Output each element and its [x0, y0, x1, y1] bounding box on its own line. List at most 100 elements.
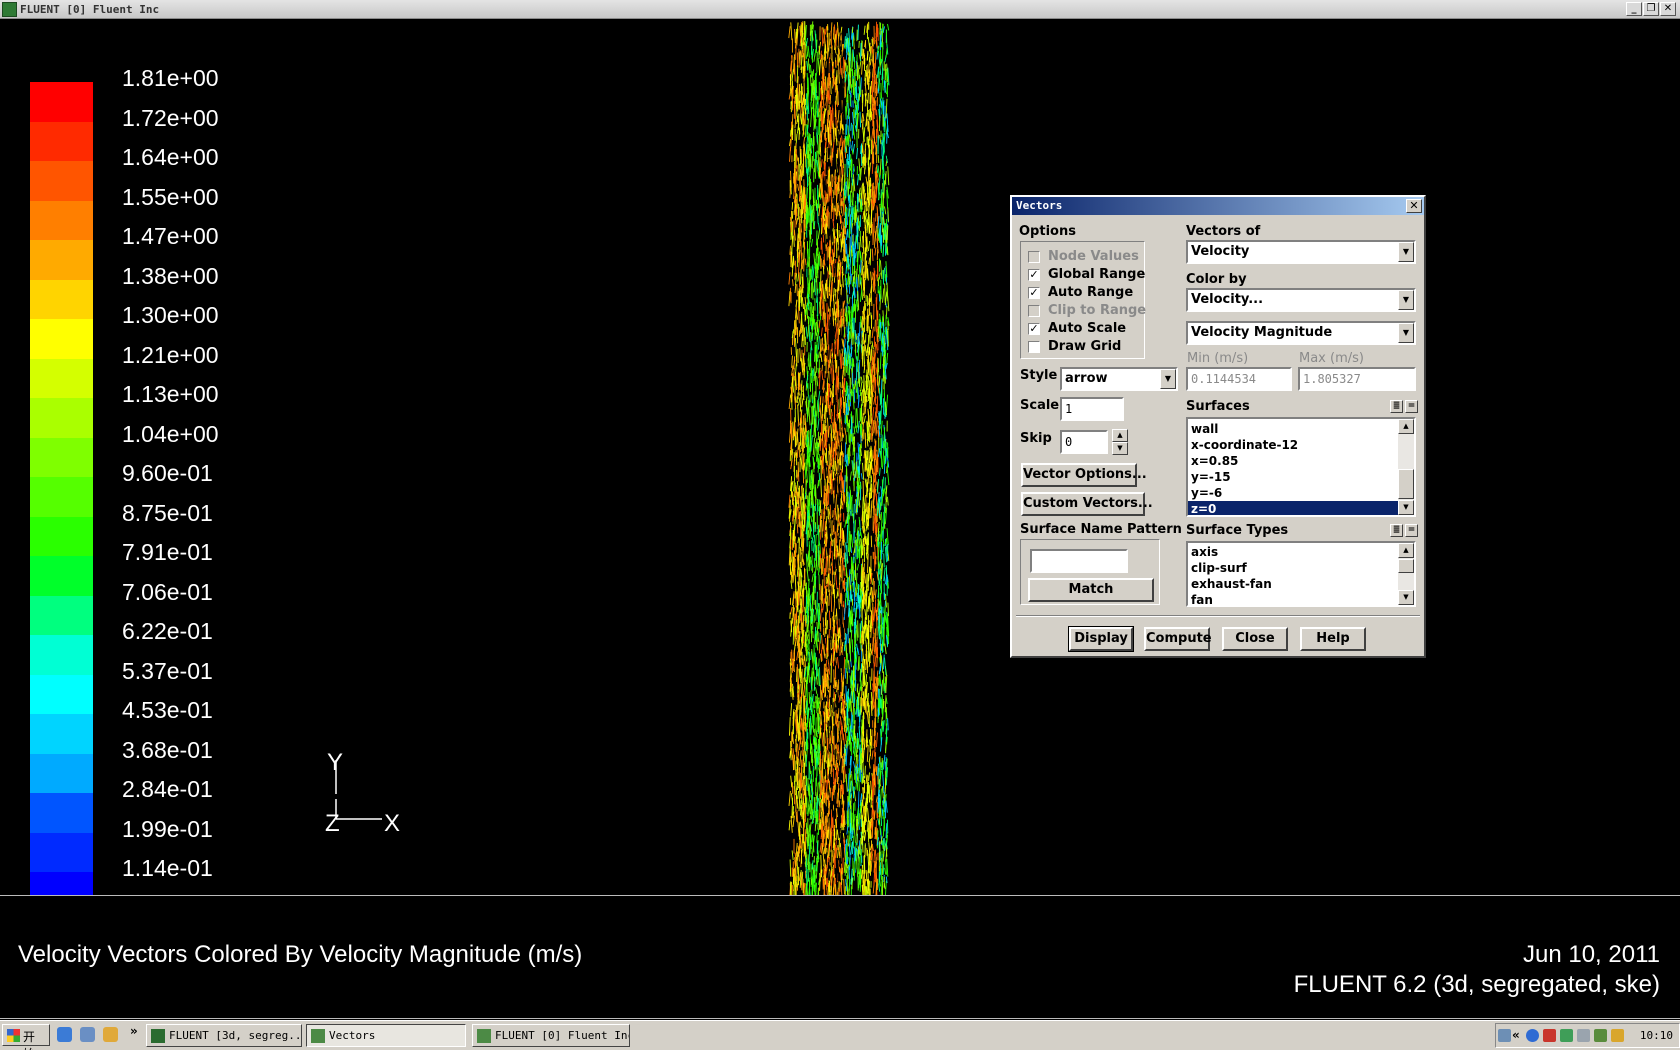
- scroll-down-icon[interactable]: ▼: [1398, 590, 1414, 605]
- close-window-button[interactable]: ✕: [1660, 2, 1676, 16]
- vectors-of-dropdown[interactable]: Velocity ▼: [1186, 240, 1416, 264]
- checkbox-checked-icon[interactable]: ✓: [1028, 287, 1040, 299]
- spin-up-icon[interactable]: ▲: [1112, 429, 1128, 442]
- scroll-thumb[interactable]: [1398, 469, 1414, 499]
- media-player-icon[interactable]: [103, 1027, 118, 1042]
- ie-browser-icon[interactable]: [57, 1027, 72, 1042]
- show-desktop-icon[interactable]: [80, 1027, 95, 1042]
- chevron-down-icon: ▼: [1160, 369, 1176, 389]
- option-label: Node Values: [1048, 249, 1139, 264]
- fluent-app-icon: [151, 1029, 165, 1043]
- graphics-viewport[interactable]: 1.81e+00 1.72e+00 1.64e+00 1.55e+00 1.47e+00…: [0, 19, 1680, 912]
- update-icon[interactable]: [1560, 1029, 1573, 1042]
- scale-input[interactable]: 1: [1060, 397, 1124, 421]
- style-dropdown[interactable]: arrow ▼: [1060, 367, 1178, 391]
- compute-button[interactable]: Compute: [1144, 627, 1212, 651]
- network-icon[interactable]: [1498, 1029, 1511, 1042]
- start-label: 开始: [23, 1030, 36, 1050]
- tray-expand-icon[interactable]: «: [1512, 1028, 1520, 1042]
- volume-icon[interactable]: [1577, 1029, 1590, 1042]
- restore-button[interactable]: ❐: [1643, 2, 1659, 16]
- surface-list-item[interactable]: x-coordinate-12: [1188, 437, 1398, 453]
- match-button[interactable]: Match: [1028, 578, 1154, 602]
- surface-type-item[interactable]: fan: [1188, 592, 1398, 605]
- surfaces-scrollbar[interactable]: ▲ ▼: [1398, 419, 1414, 515]
- quicklaunch-overflow[interactable]: »: [130, 1024, 138, 1038]
- minimize-button[interactable]: _: [1626, 2, 1642, 16]
- spin-down-icon[interactable]: ▼: [1112, 442, 1128, 455]
- scroll-down-icon[interactable]: ▼: [1398, 500, 1414, 515]
- custom-vectors-button[interactable]: Custom Vectors...: [1021, 492, 1153, 516]
- security-icon[interactable]: [1543, 1029, 1556, 1042]
- option-label: Auto Scale: [1048, 321, 1127, 336]
- chevron-down-icon: ▼: [1398, 242, 1414, 262]
- dialog-close-icon[interactable]: ✕: [1406, 199, 1422, 213]
- dialog-title-bar[interactable]: Vectors ✕: [1012, 197, 1424, 215]
- max-label: Max (m/s): [1299, 351, 1364, 366]
- color-by-value: Velocity...: [1191, 292, 1264, 307]
- vectors-of-value: Velocity: [1191, 244, 1250, 259]
- taskbar-button-label: Vectors: [329, 1029, 376, 1042]
- surface-name-pattern-input[interactable]: [1030, 549, 1128, 573]
- scroll-thumb[interactable]: [1398, 559, 1414, 573]
- skip-input[interactable]: 0: [1060, 430, 1108, 454]
- surface-list-item[interactable]: y=-6: [1188, 485, 1398, 501]
- taskbar-button-label: FLUENT [3d, segreg...: [169, 1029, 302, 1042]
- surface-type-item[interactable]: clip-surf: [1188, 560, 1398, 576]
- y-axis-label: Y: [327, 749, 343, 776]
- select-all-surfaces-icon[interactable]: ≣: [1390, 400, 1403, 413]
- option-label: Clip to Range: [1048, 303, 1147, 318]
- chevron-down-icon: ▼: [1398, 323, 1414, 343]
- axis-triad: Y Z X: [325, 749, 400, 837]
- ime-icon[interactable]: [1611, 1029, 1624, 1042]
- deselect-all-types-icon[interactable]: =: [1405, 524, 1418, 537]
- scale-label: Scale: [1020, 398, 1060, 413]
- checkbox-checked-icon[interactable]: ✓: [1028, 323, 1040, 335]
- option-label: Auto Range: [1048, 285, 1134, 300]
- style-label: Style: [1020, 368, 1058, 383]
- bluetooth-icon[interactable]: [1526, 1029, 1539, 1042]
- taskbar-button[interactable]: FLUENT [0] Fluent Inc: [472, 1024, 630, 1047]
- surface-list-item[interactable]: z=0: [1188, 501, 1398, 515]
- clock[interactable]: 10:10: [1640, 1029, 1673, 1042]
- color-by-label: Color by: [1186, 272, 1247, 287]
- window-title-bar: FLUENT [0] Fluent Inc _ ❐ ✕: [0, 0, 1680, 19]
- checkbox-empty-icon[interactable]: [1028, 341, 1040, 353]
- select-all-types-icon[interactable]: ≣: [1390, 524, 1403, 537]
- vectors-of-label: Vectors of: [1186, 224, 1261, 239]
- deselect-all-surfaces-icon[interactable]: =: [1405, 400, 1418, 413]
- color-by-sub-dropdown[interactable]: Velocity Magnitude ▼: [1186, 321, 1416, 345]
- checkbox-empty-icon: [1028, 305, 1040, 317]
- surface-list-item[interactable]: y=-15: [1188, 469, 1398, 485]
- fluent-app-icon: [311, 1029, 325, 1043]
- battery-icon[interactable]: [1594, 1029, 1607, 1042]
- surface-list-item[interactable]: x=0.85: [1188, 453, 1398, 469]
- start-button[interactable]: 开始: [2, 1024, 50, 1050]
- surface-types-list[interactable]: axis clip-surf exhaust-fan fan ▲ ▼: [1186, 541, 1416, 607]
- scroll-up-icon[interactable]: ▲: [1398, 543, 1414, 558]
- min-label: Min (m/s): [1187, 351, 1249, 366]
- scroll-up-icon[interactable]: ▲: [1398, 419, 1414, 434]
- color-by-dropdown[interactable]: Velocity... ▼: [1186, 288, 1416, 312]
- dialog-separator: [1016, 615, 1420, 617]
- fluent-app-icon: [2, 2, 17, 17]
- surface-types-scrollbar[interactable]: ▲ ▼: [1398, 543, 1414, 605]
- window-title: FLUENT [0] Fluent Inc: [20, 3, 160, 16]
- options-label: Options: [1019, 224, 1076, 239]
- surface-list-item[interactable]: wall: [1188, 421, 1398, 437]
- windows-logo-icon: [7, 1029, 20, 1042]
- skip-stepper[interactable]: ▲ ▼: [1112, 429, 1128, 455]
- taskbar-button[interactable]: FLUENT [3d, segreg...: [146, 1024, 302, 1047]
- surface-type-item[interactable]: exhaust-fan: [1188, 576, 1398, 592]
- surfaces-list[interactable]: wall x-coordinate-12 x=0.85 y=-15 y=-6 z=0 ▲ …: [1186, 417, 1416, 517]
- plot-title: Velocity Vectors Colored By Velocity Mag…: [18, 941, 583, 968]
- surface-types-label: Surface Types: [1186, 523, 1289, 538]
- vector-options-button[interactable]: Vector Options...: [1021, 463, 1147, 487]
- taskbar-button[interactable]: Vectors: [306, 1024, 466, 1047]
- max-field: 1.805327: [1298, 367, 1416, 391]
- close-button[interactable]: Close: [1222, 627, 1288, 651]
- display-button[interactable]: Display: [1068, 626, 1134, 652]
- checkbox-checked-icon[interactable]: ✓: [1028, 269, 1040, 281]
- help-button[interactable]: Help: [1300, 627, 1366, 651]
- surface-type-item[interactable]: axis: [1188, 544, 1398, 560]
